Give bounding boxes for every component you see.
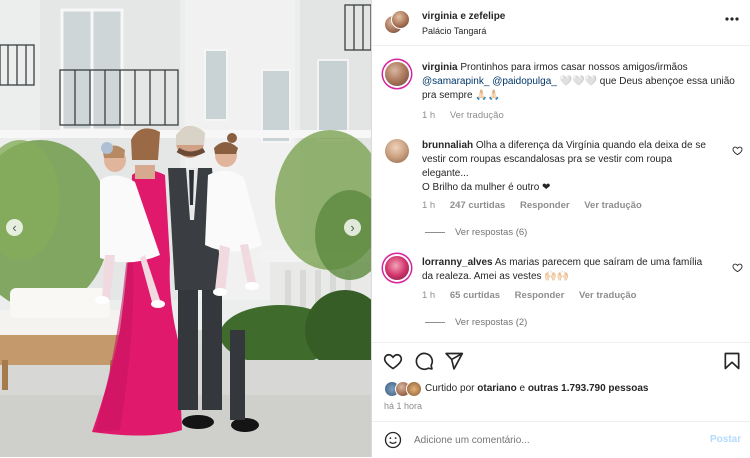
emoji-icon[interactable] — [384, 431, 402, 449]
view-replies-button[interactable]: Ver respostas (2) — [425, 317, 527, 328]
caption-time[interactable]: 1 h — [422, 110, 435, 121]
liked-by-avatars[interactable] — [384, 381, 424, 397]
heart-icon[interactable] — [732, 145, 743, 156]
liked-by-user[interactable]: otariano — [477, 383, 516, 394]
avatar[interactable] — [385, 139, 409, 163]
translate-link[interactable]: Ver tradução — [584, 200, 642, 211]
comment-input[interactable] — [414, 431, 694, 449]
comment-line: elegante... — [422, 168, 469, 179]
post-details-panel: virginia e zefelipe Palácio Tangará virg… — [371, 0, 750, 457]
photo-prev-arrow-icon[interactable]: ‹ — [6, 219, 23, 236]
mention-link[interactable]: @samarapink_ — [422, 76, 489, 87]
header-avatar-group[interactable] — [384, 10, 410, 34]
comment-username[interactable]: brunnaliah — [422, 140, 473, 151]
likes-line: Curtido por otariano e outras 1.793.790 … — [425, 383, 648, 394]
comment-line: vestir com roupas escandalosas pra se ve… — [422, 154, 673, 165]
view-replies-label: Ver respostas (6) — [455, 227, 528, 238]
caption-line3: pra sempre 🙏🏻🙏🏻 — [422, 90, 501, 101]
comment-likes[interactable]: 65 curtidas — [450, 290, 500, 301]
translate-link[interactable]: Ver tradução — [579, 290, 637, 301]
heart-icon[interactable] — [383, 351, 403, 371]
comment-line: O Brilho da mulher é outro ❤ — [422, 182, 551, 193]
reply-button[interactable]: Responder — [520, 200, 570, 211]
comment-time[interactable]: 1 h — [422, 200, 435, 211]
likes-prefix: Curtido por — [425, 383, 475, 394]
likes-middle: e — [519, 383, 526, 394]
post-photo[interactable]: ‹ › — [0, 0, 371, 457]
replies-divider — [425, 232, 445, 233]
mention-link[interactable]: @paidopulga_ — [492, 76, 557, 87]
header-username[interactable]: virginia e zefelipe — [422, 11, 505, 22]
caption-line2: 🤍🤍🤍 que Deus abençoe essa união — [559, 76, 735, 87]
comment-line: As marias parecem que saíram de uma famí… — [494, 257, 703, 268]
comment-time[interactable]: 1 h — [422, 290, 435, 301]
post-comment-button[interactable]: Postar — [710, 434, 741, 445]
view-replies-button[interactable]: Ver respostas (6) — [425, 227, 527, 238]
header-location[interactable]: Palácio Tangará — [422, 26, 486, 36]
wedding-family-photo — [0, 0, 371, 457]
caption-username[interactable]: virginia — [422, 62, 458, 73]
comment-line: da realeza. Amei as vestes 🙌🏻🙌🏻 — [422, 271, 570, 282]
comment-meta: 1 h 247 curtidas Responder Ver tradução — [422, 200, 654, 211]
heart-icon[interactable] — [732, 262, 743, 273]
avatar[interactable] — [385, 256, 409, 280]
post-timestamp[interactable]: há 1 hora — [384, 401, 422, 411]
caption-meta: 1 h Ver tradução — [422, 110, 516, 121]
avatar — [391, 10, 410, 29]
replies-divider — [425, 322, 445, 323]
avatar[interactable] — [385, 62, 409, 86]
liked-by-others[interactable]: outras 1.793.790 pessoas — [528, 383, 649, 394]
comment-likes[interactable]: 247 curtidas — [450, 200, 505, 211]
comment-meta: 1 h 65 curtidas Responder Ver tradução — [422, 290, 649, 301]
bookmark-icon[interactable] — [722, 351, 742, 371]
photo-next-arrow-icon[interactable]: › — [344, 219, 361, 236]
comment-line: Olha a diferença da Virgínia quando ela … — [475, 140, 706, 151]
translate-link[interactable]: Ver tradução — [450, 110, 504, 121]
comment-icon[interactable] — [414, 351, 434, 371]
avatar — [406, 381, 422, 397]
view-replies-label: Ver respostas (2) — [455, 317, 528, 328]
more-horizontal-icon[interactable] — [724, 13, 740, 25]
share-icon[interactable] — [444, 351, 464, 371]
comment-composer: Postar — [372, 421, 750, 458]
reply-button[interactable]: Responder — [515, 290, 565, 301]
caption-line1: Prontinhos para irmos casar nossos amigo… — [460, 62, 688, 73]
comment-username[interactable]: lorranny_alves — [422, 257, 493, 268]
post-header: virginia e zefelipe Palácio Tangará — [372, 0, 750, 46]
post-actions: Curtido por otariano e outras 1.793.790 … — [372, 342, 750, 423]
